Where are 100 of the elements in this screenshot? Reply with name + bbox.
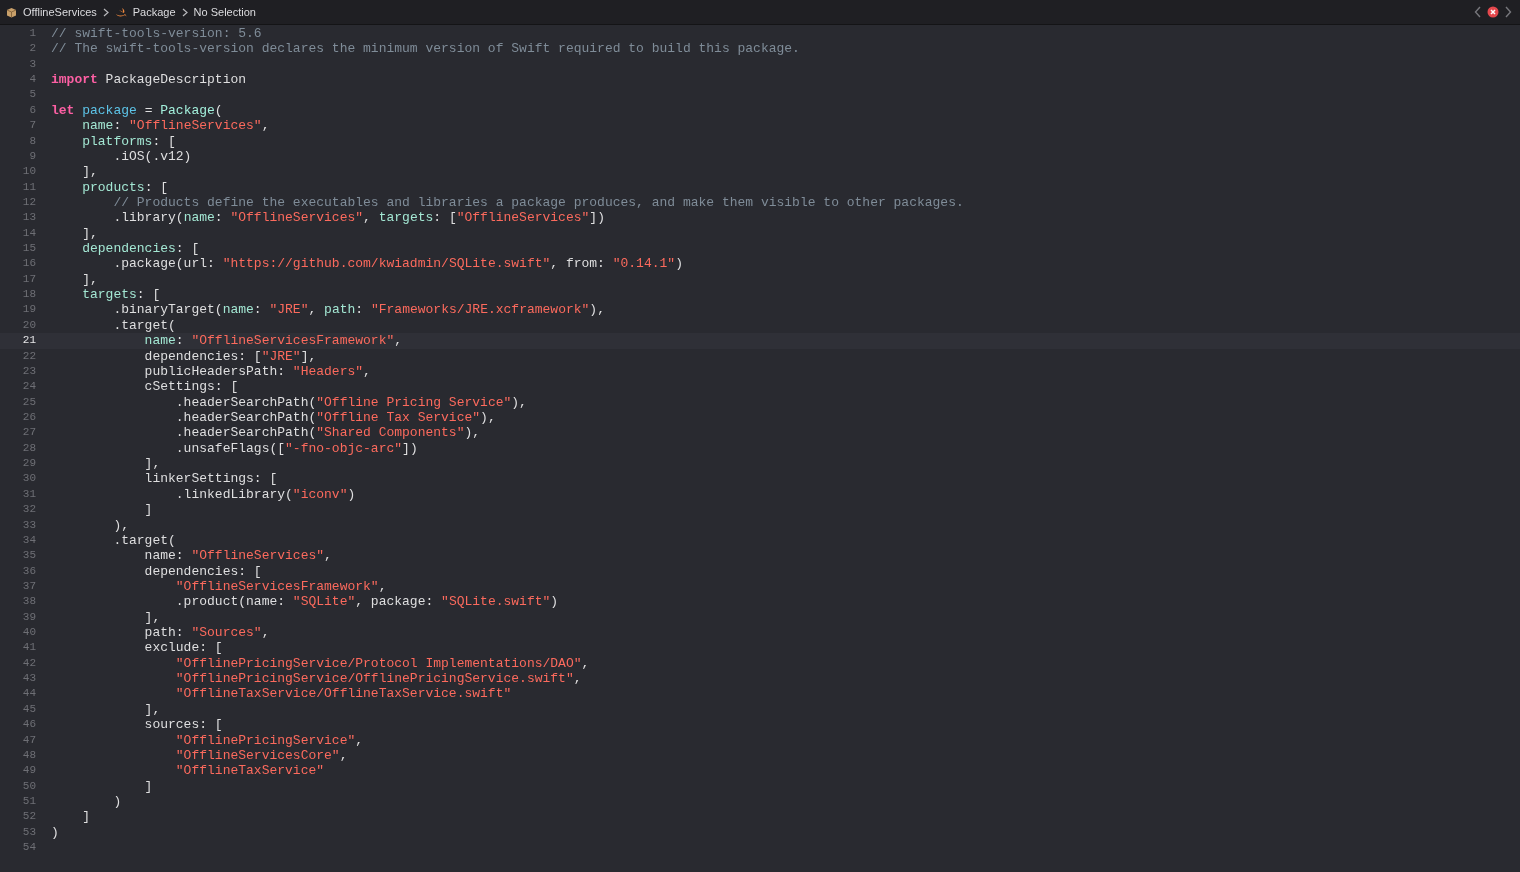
code-line: exclude: [: [143, 640, 223, 656]
line-number: 20: [21, 317, 36, 333]
line-number: 23: [21, 363, 36, 379]
line-number: 25: [21, 394, 36, 410]
code-line: ): [112, 793, 122, 810]
code-line: dependencies: [: [143, 563, 262, 579]
code-line: .headerSearchPath("Offline Tax Service"),: [174, 410, 496, 426]
line-number: 14: [21, 225, 36, 241]
breadcrumb-item[interactable]: No Selection: [193, 6, 256, 18]
line-number: 21: [21, 333, 36, 349]
line-number: 16: [21, 256, 36, 272]
code-line: // The swift-tools-version declares the minimum version of Swift required to build this package.: [51, 41, 800, 57]
code-line: ]: [81, 809, 90, 825]
code-line: import PackageDescription: [51, 72, 247, 88]
line-number: 35: [21, 548, 36, 564]
code-line: .linkedLibrary("iconv"): [174, 486, 356, 503]
code-line: let package = Package(: [51, 102, 223, 119]
code-line: "OfflineTaxService": [174, 763, 325, 779]
code-line: .product(name: "SQLite", package: "SQLite.swift"): [174, 594, 559, 610]
line-number: 39: [21, 609, 36, 625]
code-line: .target(: [112, 317, 176, 334]
code-line: .library(name: "OfflineServices", targets: ["OfflineServices"]): [112, 210, 605, 226]
code-line: "OfflinePricingService/OfflinePricingService.swift",: [174, 671, 582, 687]
line-number: 31: [21, 486, 36, 502]
line-number: 15: [21, 241, 36, 257]
line-number: 1: [28, 26, 36, 41]
line-number: 7: [28, 118, 36, 134]
code-line: ],: [81, 271, 98, 288]
line-number: 10: [21, 164, 36, 180]
line-number: 18: [21, 287, 36, 303]
line-number: 44: [21, 686, 36, 702]
code-line: "OfflineTaxService/OfflineTaxService.swift": [174, 686, 512, 702]
line-number: 28: [21, 440, 36, 456]
line-number: 49: [21, 763, 36, 779]
code-line: .binaryTarget(name: "JRE", path: "Frameworks/JRE.xcframework"),: [112, 302, 605, 318]
line-number: 54: [21, 840, 36, 856]
code-line: ]: [143, 778, 153, 794]
line-number: 50: [21, 778, 36, 794]
line-number: 4: [28, 72, 36, 88]
line-number: 38: [21, 594, 36, 610]
line-number: 37: [21, 578, 36, 594]
code-line: publicHeadersPath: "Headers",: [143, 363, 371, 380]
code-line: path: "Sources",: [143, 625, 270, 641]
line-number: 48: [21, 747, 36, 763]
code-line: .iOS(.v12): [112, 148, 192, 165]
code-line: // swift-tools-version: 5.6: [51, 26, 262, 42]
line-number: 36: [21, 563, 36, 579]
code-line: name: "OfflineServices",: [143, 548, 332, 564]
line-number: 3: [28, 56, 36, 72]
breadcrumb-item[interactable]: Package: [114, 6, 176, 18]
line-number: 6: [28, 102, 36, 118]
line-number: 30: [21, 471, 36, 487]
line-number: 8: [28, 133, 36, 149]
code-line: cSettings: [: [143, 379, 239, 395]
line-number: 45: [21, 701, 36, 717]
line-number: 34: [21, 532, 36, 548]
breadcrumb-item[interactable]: OfflineServices: [6, 6, 97, 18]
line-number: 33: [21, 517, 36, 533]
code-line: linkerSettings: [: [143, 471, 278, 487]
line-number: 13: [21, 210, 36, 226]
code-line: .package(url: "https://github.com/kwiadmin/SQLite.swift", from: "0.14.1"): [112, 256, 683, 272]
line-number: 24: [21, 379, 36, 395]
line-number: 22: [21, 348, 36, 364]
chevron-right-icon[interactable]: [1504, 6, 1512, 18]
box-icon: [6, 6, 17, 18]
code-line: .unsafeFlags(["-fno-objc-arc"]): [174, 440, 418, 457]
line-number: 40: [21, 625, 36, 640]
code-line: ),: [112, 517, 129, 533]
chevron-left-icon[interactable]: [1474, 6, 1482, 18]
line-number: 12: [21, 194, 36, 210]
line-number: 51: [21, 793, 36, 809]
code-line: ],: [143, 609, 161, 625]
code-line: dependencies: ["JRE"],: [143, 348, 317, 364]
code-line: targets: [: [81, 287, 161, 303]
line-number: 41: [21, 640, 36, 656]
chevron-right-icon: [181, 7, 188, 17]
code-line: ],: [143, 456, 161, 472]
line-number: 11: [21, 179, 36, 195]
error-icon[interactable]: [1487, 6, 1499, 18]
line-number: 9: [28, 148, 36, 164]
line-number: 26: [21, 410, 36, 425]
line-number: 53: [21, 824, 36, 840]
line-number: 29: [21, 456, 36, 472]
line-number: 43: [21, 671, 36, 687]
chevron-right-icon: [102, 7, 109, 17]
code-line: name: "OfflineServicesFramework",: [143, 333, 403, 349]
code-line: ],: [81, 225, 98, 242]
code-line: sources: [: [143, 717, 223, 733]
code-line: .headerSearchPath("Offline Pricing Service"),: [174, 394, 527, 410]
code-line: ): [51, 824, 59, 841]
code-line: dependencies: [: [81, 241, 200, 257]
code-line: ],: [81, 164, 98, 180]
line-number: 52: [21, 809, 36, 825]
line-number: 47: [21, 732, 36, 748]
code-line: products: [: [81, 179, 169, 195]
code-line: ],: [143, 701, 161, 718]
code-line: .target(: [112, 532, 176, 549]
code-line: "OfflineServicesCore",: [174, 747, 348, 764]
code-line: platforms: [: [81, 133, 176, 149]
code-line: name: "OfflineServices",: [81, 118, 270, 134]
